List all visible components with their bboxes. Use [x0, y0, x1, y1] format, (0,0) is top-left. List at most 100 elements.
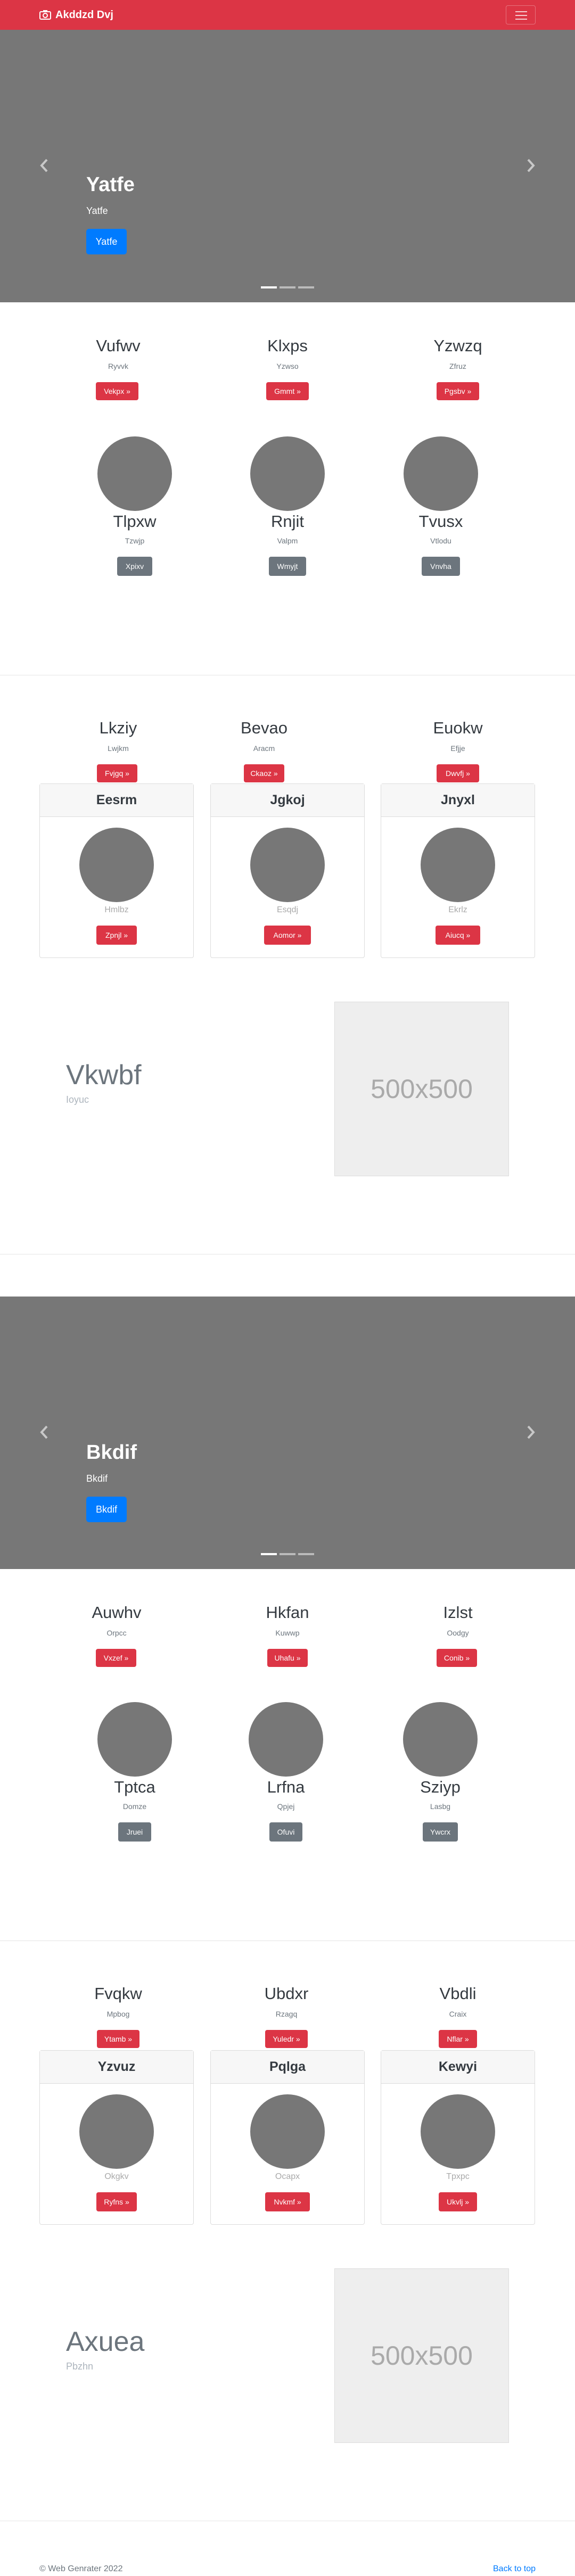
card-header: Jgkoj: [211, 784, 364, 817]
column-title: Izlst: [443, 1603, 473, 1622]
column-button[interactable]: Dwvfj »: [437, 764, 479, 782]
column-button[interactable]: Yuledr »: [265, 2030, 308, 2048]
card: Kewyi Tpxpc Ukvlj »: [381, 2050, 535, 2225]
column-subtitle: Rzagq: [275, 2010, 298, 2018]
column-title: Lkziy: [99, 719, 137, 737]
card-avatar: [79, 2094, 154, 2169]
card-header: Yzvuz: [40, 2051, 193, 2084]
person-button[interactable]: Ofuvi: [269, 1822, 302, 1842]
navbar-toggle-button[interactable]: [506, 5, 536, 24]
column-title: Vufwv: [96, 336, 141, 355]
hero-button[interactable]: Bkdif: [86, 1497, 127, 1522]
card-subtitle: Esqdj: [276, 905, 299, 914]
column-subtitle: Yzwso: [276, 362, 299, 370]
carousel-indicator[interactable]: [280, 286, 295, 288]
avatar: [97, 1702, 172, 1777]
carousel-indicator[interactable]: [298, 1553, 314, 1555]
column-button[interactable]: Pgsbv »: [437, 382, 479, 400]
column-button[interactable]: Ckaoz »: [244, 764, 284, 782]
column-button[interactable]: Fvjgq »: [97, 764, 137, 782]
navbar: Akddzd Dvj: [0, 0, 575, 30]
hero-title: Bkdif: [86, 1441, 137, 1464]
person-button[interactable]: Jruei: [118, 1822, 151, 1842]
brand-name: Akddzd Dvj: [55, 9, 113, 21]
card: Pqlga Ocapx Nvkmf »: [210, 2050, 365, 2225]
person-subtitle: Tzwjp: [125, 536, 145, 545]
person-subtitle: Lasbg: [430, 1802, 451, 1811]
hero-subtitle: Bkdif: [86, 1473, 108, 1484]
column-title: Klxps: [267, 336, 308, 355]
column-title: Hkfan: [266, 1603, 309, 1622]
back-to-top-link[interactable]: Back to top: [493, 2564, 536, 2574]
person-button[interactable]: Xpixv: [117, 557, 152, 576]
card-avatar: [421, 2094, 495, 2169]
person-subtitle: Qpjej: [277, 1802, 295, 1811]
avatar: [404, 436, 478, 511]
card: Jgkoj Esqdj Aomor »: [210, 783, 365, 958]
card: Jnyxl Ekrlz Aiucq »: [381, 783, 535, 958]
card-subtitle: Ocapx: [275, 2172, 300, 2181]
person-button[interactable]: Ywcrx: [423, 1822, 458, 1842]
brand-link[interactable]: Akddzd Dvj: [39, 6, 113, 23]
column-title: Fvqkw: [94, 1984, 142, 2003]
card-subtitle: Okgkv: [104, 2172, 129, 2181]
carousel-indicator[interactable]: [280, 1553, 295, 1555]
column-subtitle: Aracm: [253, 744, 275, 753]
card-avatar: [250, 828, 325, 902]
hero-carousel: Yatfe Yatfe Yatfe: [0, 30, 575, 302]
hero-button[interactable]: Yatfe: [86, 229, 127, 254]
chevron-right-icon[interactable]: [524, 158, 538, 174]
card-avatar: [421, 828, 495, 902]
hero-subtitle: Yatfe: [86, 205, 108, 216]
card: Eesrm Hmlbz Zpnjl »: [39, 783, 194, 958]
column-subtitle: Orpcc: [106, 1629, 127, 1637]
card-button[interactable]: Ukvlj »: [439, 2192, 477, 2211]
card-button[interactable]: Ryfns »: [96, 2192, 137, 2211]
column-title: Euokw: [433, 719, 483, 737]
chevron-left-icon[interactable]: [37, 1424, 51, 1440]
feature-title: Vkwbf: [66, 1060, 142, 1091]
person-button[interactable]: Vnvha: [422, 557, 460, 576]
column-button[interactable]: Ytamb »: [97, 2030, 139, 2048]
column-button[interactable]: Gmmt »: [266, 382, 309, 400]
person-name: Tlpxw: [113, 512, 157, 531]
chevron-right-icon[interactable]: [524, 1424, 538, 1440]
column-button[interactable]: Conib »: [437, 1649, 477, 1667]
chevron-left-icon[interactable]: [37, 158, 51, 174]
avatar: [403, 1702, 478, 1777]
card-subtitle: Hmlbz: [104, 905, 129, 914]
column-subtitle: Oodgy: [447, 1629, 469, 1637]
carousel-indicator[interactable]: [261, 286, 277, 288]
card-button[interactable]: Aomor »: [264, 926, 311, 945]
card-header: Jnyxl: [381, 784, 535, 817]
card-button[interactable]: Nvkmf »: [265, 2192, 310, 2211]
card: Yzvuz Okgkv Ryfns »: [39, 2050, 194, 2225]
footer-copyright: © Web Genrater 2022: [39, 2564, 123, 2573]
carousel-indicator[interactable]: [298, 286, 314, 288]
carousel-indicator[interactable]: [261, 1553, 277, 1555]
hero-title: Yatfe: [86, 174, 135, 196]
column-button[interactable]: Nflar »: [439, 2030, 477, 2048]
person-button[interactable]: Wmyjt: [269, 557, 306, 576]
column-subtitle: Lwjkm: [108, 744, 129, 753]
feature-subtitle: Pbzhn: [66, 2361, 94, 2372]
column-subtitle: Mpbog: [106, 2010, 130, 2018]
column-button[interactable]: Vxzef »: [96, 1649, 136, 1667]
column-title: Ubdxr: [264, 1984, 309, 2003]
card-header: Pqlga: [211, 2051, 364, 2084]
column-button[interactable]: Uhafu »: [267, 1649, 308, 1667]
column-subtitle: Kuwwp: [275, 1629, 300, 1637]
column-button[interactable]: Vekpx »: [96, 382, 138, 400]
person-name: Rnjit: [270, 512, 304, 531]
column-title: Vbdli: [439, 1984, 477, 2003]
card-button[interactable]: Zpnjl »: [96, 926, 137, 945]
person-name: Sziyp: [420, 1778, 461, 1796]
feature-title: Axuea: [66, 2326, 145, 2357]
card-button[interactable]: Aiucq »: [436, 926, 480, 945]
card-avatar: [250, 2094, 325, 2169]
card-subtitle: Tpxpc: [446, 2172, 470, 2181]
card-avatar: [79, 828, 154, 902]
column-subtitle: Craix: [449, 2010, 467, 2018]
camera-icon: [39, 10, 51, 20]
column-subtitle: Efjje: [450, 744, 465, 753]
